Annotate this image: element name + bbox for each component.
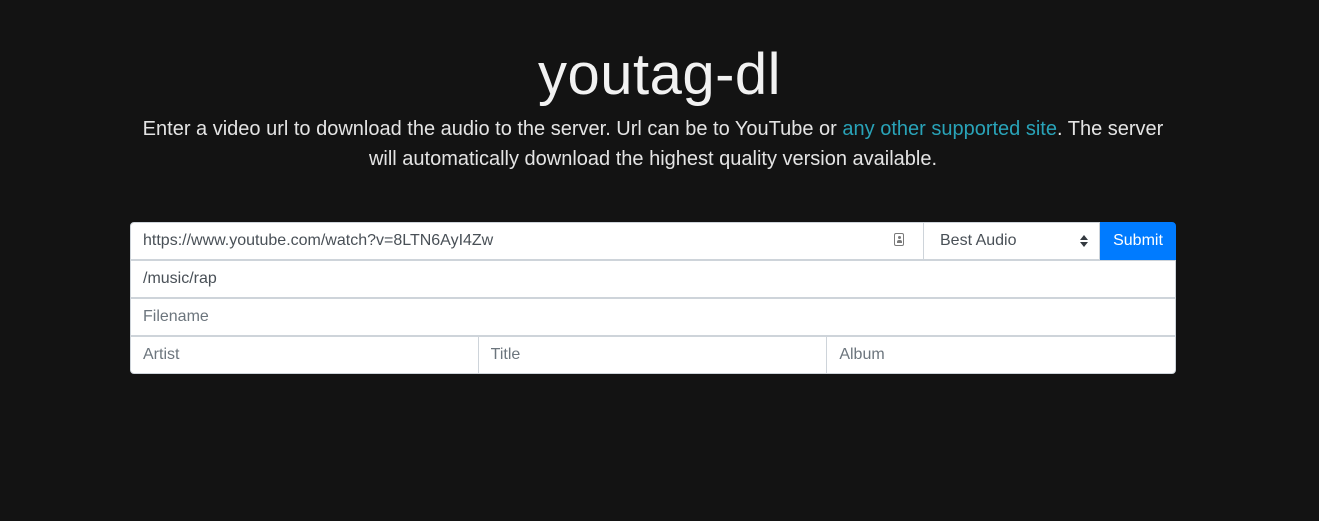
contact-card-icon[interactable] (894, 233, 904, 246)
url-row: Best Audio Submit (130, 222, 1176, 260)
url-input[interactable] (130, 222, 924, 260)
submit-button[interactable]: Submit (1100, 222, 1176, 260)
filename-input[interactable] (130, 298, 1176, 336)
metadata-row (130, 336, 1176, 374)
download-form: Best Audio Submit (130, 222, 1176, 374)
url-field-wrapper (130, 222, 924, 260)
quality-select[interactable]: Best Audio (924, 222, 1100, 260)
description-text-before: Enter a video url to download the audio … (142, 118, 843, 140)
artist-input[interactable] (130, 336, 479, 374)
filename-row (130, 298, 1176, 336)
title-input[interactable] (478, 336, 828, 374)
quality-select-value: Best Audio (940, 232, 1017, 249)
quality-select-wrapper: Best Audio (924, 222, 1100, 260)
page-description: Enter a video url to download the audio … (130, 114, 1176, 174)
supported-sites-link[interactable]: any other supported site (842, 118, 1057, 140)
path-input[interactable] (130, 260, 1176, 298)
up-down-arrows-icon (1080, 235, 1088, 247)
page-title: youtag-dl (537, 42, 782, 107)
album-input[interactable] (827, 336, 1176, 374)
path-row (130, 260, 1176, 298)
